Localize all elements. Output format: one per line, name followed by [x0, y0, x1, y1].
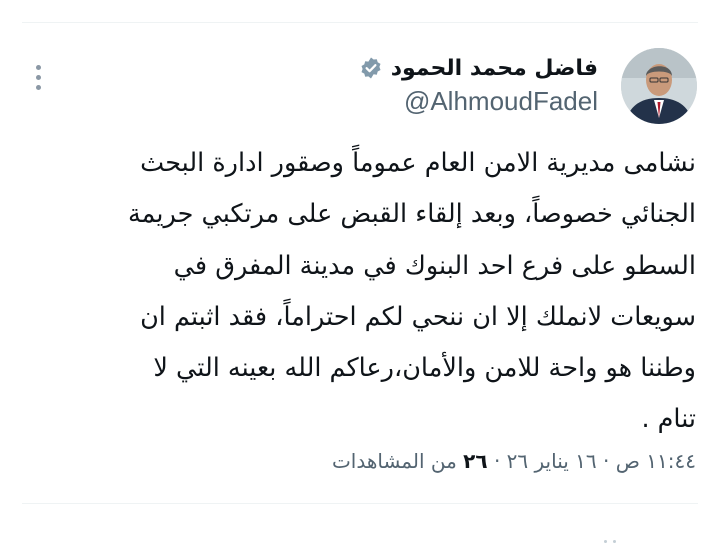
more-options-icon[interactable] [28, 62, 48, 96]
tweet-header: فاضل محمد الحمود [238, 52, 598, 84]
next-item-hint [604, 528, 644, 543]
avatar-image [621, 48, 697, 124]
handle[interactable]: @AlhmoudFadel [404, 86, 598, 117]
tweet-meta: ١١:٤٤ ص · ١٦ يناير ٢٦ · ٢٦ من المشاهدات [332, 449, 696, 473]
tweet-time[interactable]: ١١:٤٤ ص [616, 449, 696, 473]
avatar[interactable] [621, 48, 697, 124]
tweet-text: نشامى مديرية الامن العام عموماً وصقور اد… [128, 148, 696, 435]
views-count: ٢٦ [463, 449, 488, 473]
top-divider [22, 22, 698, 23]
bottom-divider [22, 503, 698, 504]
meta-separator: · [493, 449, 501, 473]
tweet-date[interactable]: ١٦ يناير ٢٦ [507, 449, 597, 473]
meta-separator: · [603, 449, 610, 473]
views-label: من المشاهدات [331, 449, 457, 473]
display-name[interactable]: فاضل محمد الحمود [391, 56, 598, 81]
verified-badge-icon [361, 57, 381, 79]
